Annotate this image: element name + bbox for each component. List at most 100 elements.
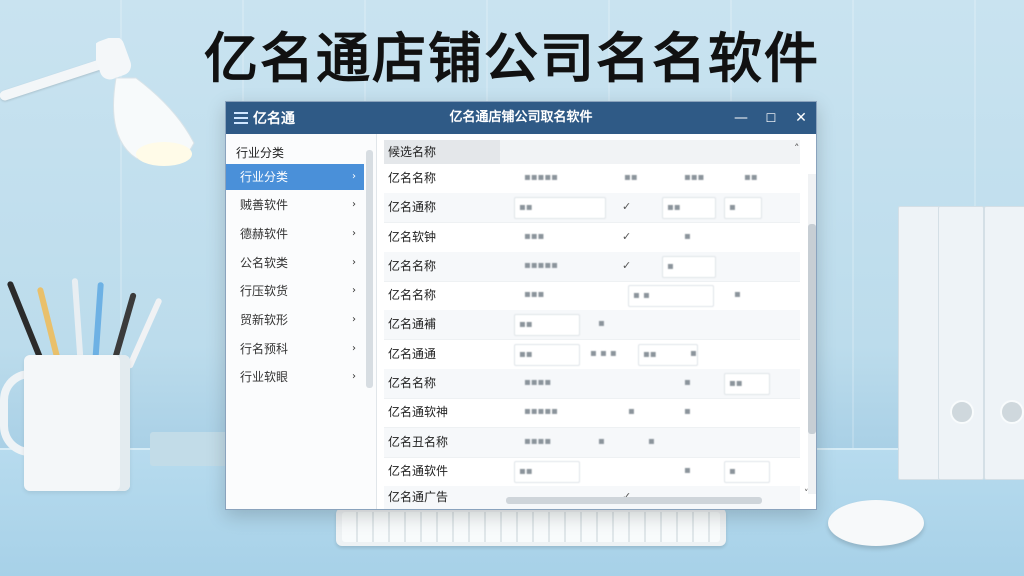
- blurred-cell: ▪▪▪▪▪: [524, 406, 558, 417]
- table-row[interactable]: 亿名名称 ▪▪▪▪ ▪ ▪▪: [384, 369, 800, 399]
- blurred-cell: ▪▪: [724, 373, 770, 395]
- blurred-cell: ▪: [684, 465, 691, 476]
- maximize-button[interactable]: ☐: [756, 102, 786, 134]
- blurred-cell: ▪: [598, 436, 605, 447]
- candidate-name: 亿名通称: [388, 200, 437, 214]
- blurred-cell: ▪: [690, 348, 697, 359]
- blurred-cell: ▪: [684, 377, 691, 388]
- check-icon[interactable]: ✓: [622, 256, 631, 276]
- sidebar-item[interactable]: 贸新软形 ›: [226, 307, 364, 333]
- scroll-down-icon[interactable]: ˅: [804, 489, 809, 499]
- binder: [938, 206, 984, 480]
- chevron-right-icon: ›: [352, 343, 356, 354]
- candidate-name: 亿名名称: [388, 259, 437, 273]
- sidebar-item-label: 德赫软件: [240, 227, 289, 241]
- vertical-scrollbar[interactable]: [808, 174, 816, 494]
- blurred-cell: ▪▪▪: [524, 231, 545, 242]
- table-row[interactable]: 亿名通软神 ▪▪▪▪▪ ▪ ▪: [384, 398, 800, 428]
- minimize-button[interactable]: —: [726, 102, 756, 134]
- blurred-cell: ▪: [662, 256, 716, 278]
- sidebar-item[interactable]: 行业软眼 ›: [226, 364, 364, 390]
- keyboard: [336, 508, 726, 546]
- brand: 亿名通: [234, 102, 295, 134]
- eraser-block: [150, 432, 228, 466]
- blurred-cell: ▪ ▪: [628, 285, 714, 307]
- blurred-cell: ▪▪: [514, 197, 606, 219]
- sidebar-item-label: 贼善软件: [240, 198, 289, 212]
- blurred-cell: ▪: [648, 436, 655, 447]
- chevron-right-icon: ›: [352, 285, 356, 296]
- binder-ring: [950, 400, 974, 424]
- title-bar[interactable]: 亿名通店铺公司取名软件 亿名通 — ☐ ✕: [226, 102, 816, 134]
- check-icon[interactable]: ✓: [622, 227, 631, 247]
- column-header[interactable]: 候选名称: [384, 140, 500, 164]
- sidebar-header: 行业分类: [236, 146, 285, 160]
- blurred-cell: ▪▪: [662, 197, 716, 219]
- table-row[interactable]: 亿名通称 ▪▪ ✓ ▪▪ ▪: [384, 193, 800, 223]
- blurred-cell: ▪▪▪▪▪: [524, 172, 558, 183]
- sidebar-item[interactable]: 德赫软件 ›: [226, 221, 364, 247]
- candidate-name: 亿名软钟: [388, 230, 437, 244]
- sidebar-item-label: 行名预科: [240, 342, 289, 356]
- blurred-cell: ▪▪: [514, 461, 580, 483]
- binder-ring: [1000, 400, 1024, 424]
- blurred-cell: ▪▪▪▪: [524, 377, 552, 388]
- sidebar-item[interactable]: 公名软类 ›: [226, 250, 364, 276]
- table-row[interactable]: 亿名名称 ▪▪▪ ▪ ▪ ▪: [384, 281, 800, 311]
- blurred-cell: ▪ ▪ ▪: [590, 348, 617, 359]
- check-icon[interactable]: ✓: [622, 197, 631, 217]
- menu-lines-icon: [234, 112, 248, 124]
- blurred-cell: ▪▪▪▪: [524, 436, 552, 447]
- sidebar-item-label: 行压软货: [240, 284, 289, 298]
- blurred-cell: ▪▪: [638, 344, 698, 366]
- candidate-name: 亿名名称: [388, 171, 437, 185]
- table-row[interactable]: 亿名丑名称 ▪▪▪▪ ▪ ▪: [384, 428, 800, 458]
- page-headline: 亿名通店铺公司名名软件: [204, 27, 820, 90]
- sidebar-item[interactable]: 行业分类 ›: [226, 164, 364, 190]
- blurred-cell: ▪▪: [514, 314, 580, 336]
- blurred-cell: ▪: [684, 231, 691, 242]
- app-window: 亿名通店铺公司取名软件 亿名通 — ☐ ✕ 行业分类 行业分类 › 贼善软件 › 德…: [225, 101, 817, 510]
- table-row[interactable]: 亿名软钟 ▪▪▪ ✓ ▪: [384, 223, 800, 253]
- table-row[interactable]: 亿名名称 ▪▪▪▪▪ ✓ ▪: [384, 252, 800, 282]
- sidebar-item[interactable]: 行名预科 ›: [226, 336, 364, 362]
- sidebar-item-label: 行业分类: [240, 170, 289, 184]
- blurred-cell: ▪: [684, 406, 691, 417]
- sidebar-item[interactable]: 行压软货 ›: [226, 278, 364, 304]
- candidate-name: 亿名丑名称: [388, 435, 449, 449]
- sidebar-scrollbar[interactable]: [366, 150, 373, 388]
- table-row[interactable]: 亿名通软件 ▪▪ ▪ ▪: [384, 457, 800, 487]
- candidate-name: 亿名通通: [388, 347, 437, 361]
- chevron-right-icon: ›: [352, 257, 356, 268]
- table-row[interactable]: 亿名通補 ▪▪ ▪: [384, 310, 800, 340]
- candidate-name: 亿名名称: [388, 288, 437, 302]
- table-row[interactable]: 亿名通通 ▪▪ ▪ ▪ ▪ ▪▪ ▪: [384, 340, 800, 370]
- candidate-name: 亿名通软件: [388, 464, 449, 478]
- sidebar-item-label: 贸新软形: [240, 313, 289, 327]
- chevron-right-icon: ›: [352, 371, 356, 382]
- binder: [898, 206, 940, 480]
- blurred-cell: ▪: [724, 461, 770, 483]
- blurred-cell: ▪: [724, 197, 762, 219]
- blurred-cell: ▪: [598, 318, 605, 329]
- sidebar: 行业分类 行业分类 › 贼善软件 › 德赫软件 › 公名软类 › 行压软货 › 贸新软形 ›…: [226, 134, 377, 509]
- horizontal-scrollbar[interactable]: [506, 497, 762, 504]
- candidate-list: 候选名称 ˄ 亿名名称 ▪▪▪▪▪ ▪▪ ▪▪▪ ▪▪ 亿名通称 ▪▪ ✓ ▪▪…: [376, 134, 816, 509]
- scrollbar-thumb[interactable]: [808, 224, 816, 434]
- binder: [984, 206, 1024, 480]
- scroll-up-icon[interactable]: ˄: [794, 142, 800, 155]
- blurred-cell: ▪▪: [624, 172, 638, 183]
- binders: [898, 206, 1024, 488]
- close-button[interactable]: ✕: [786, 102, 816, 134]
- sidebar-item-label: 行业软眼: [240, 370, 289, 384]
- sidebar-item-label: 公名软类: [240, 256, 289, 270]
- chevron-right-icon: ›: [352, 171, 356, 182]
- keyboard-keys: [342, 512, 720, 542]
- brand-name: 亿名通: [253, 111, 295, 127]
- table-row[interactable]: 亿名名称 ▪▪▪▪▪ ▪▪ ▪▪▪ ▪▪: [384, 164, 800, 194]
- sidebar-item[interactable]: 贼善软件 ›: [226, 192, 364, 218]
- chevron-right-icon: ›: [352, 314, 356, 325]
- column-header-filler: [500, 140, 800, 164]
- candidate-name: 亿名名称: [388, 376, 437, 390]
- blurred-cell: ▪▪: [514, 344, 580, 366]
